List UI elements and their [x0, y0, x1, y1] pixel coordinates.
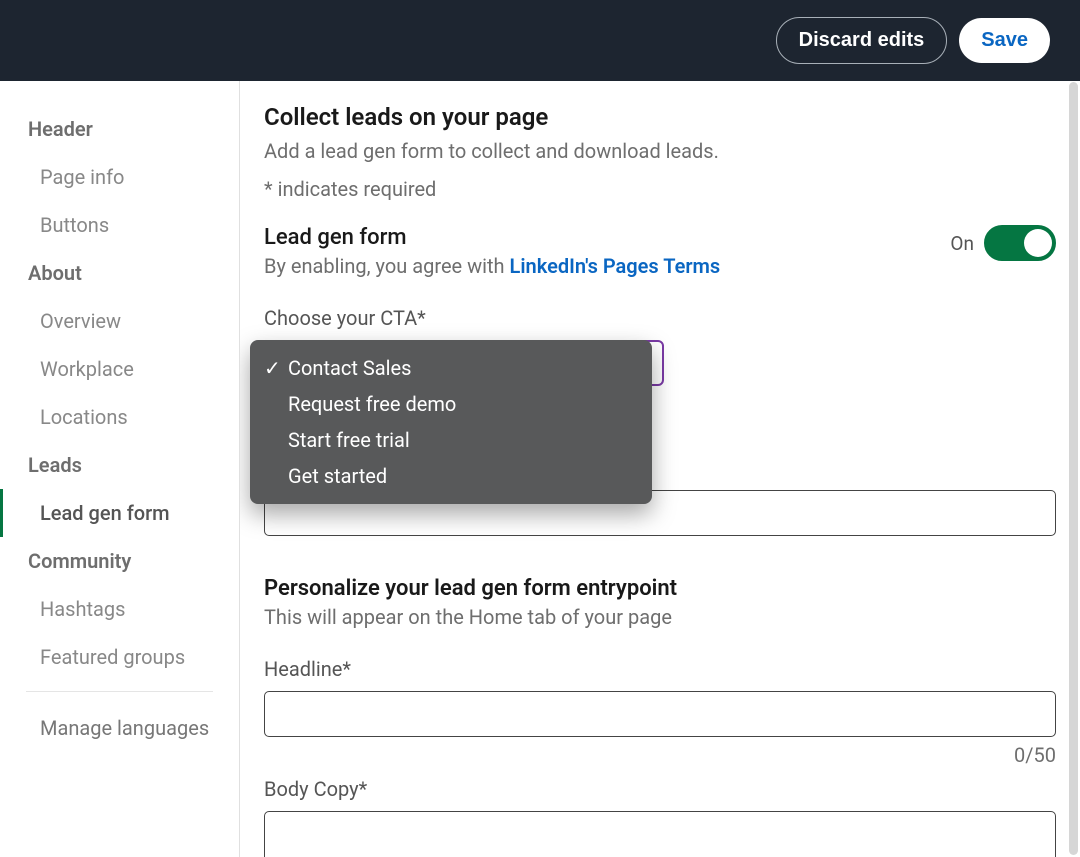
leadgen-toggle-wrap: On: [950, 225, 1056, 261]
leadgen-title: Lead gen form: [264, 225, 720, 250]
topbar: Discard edits Save: [0, 0, 1080, 81]
sidebar: Header Page info Buttons About Overview …: [0, 81, 240, 857]
save-button[interactable]: Save: [959, 18, 1050, 63]
sidebar-item-buttons[interactable]: Buttons: [0, 201, 239, 249]
cta-option-request-demo[interactable]: Request free demo: [250, 386, 652, 422]
body-area: Header Page info Buttons About Overview …: [0, 81, 1080, 857]
leadgen-hint-prefix: By enabling, you agree with: [264, 254, 510, 278]
sidebar-item-lead-gen-form[interactable]: Lead gen form: [0, 489, 239, 537]
main-panel: Collect leads on your page Add a lead ge…: [240, 81, 1080, 857]
sidebar-item-overview[interactable]: Overview: [0, 297, 239, 345]
body-copy-input[interactable]: [264, 811, 1056, 857]
cta-option-contact-sales[interactable]: ✓ Contact Sales: [250, 350, 652, 386]
sidebar-section-community: Community: [0, 537, 239, 585]
leadgen-left: Lead gen form By enabling, you agree wit…: [264, 225, 720, 278]
sidebar-item-featured-groups[interactable]: Featured groups: [0, 633, 239, 681]
cta-option-label: Request free demo: [288, 392, 456, 416]
discard-button[interactable]: Discard edits: [776, 17, 948, 64]
sidebar-section-about: About: [0, 249, 239, 297]
sidebar-item-workplace[interactable]: Workplace: [0, 345, 239, 393]
headline-char-count: 0/50: [264, 743, 1056, 767]
sidebar-section-leads: Leads: [0, 441, 239, 489]
headline-input[interactable]: [264, 691, 1056, 737]
leadgen-hint: By enabling, you agree with LinkedIn's P…: [264, 254, 720, 278]
cta-select-wrap: ✓ Contact Sales Request free demo Start …: [264, 340, 664, 386]
toggle-knob: [1024, 229, 1052, 257]
sidebar-section-header: Header: [0, 105, 239, 153]
leadgen-row: Lead gen form By enabling, you agree wit…: [264, 225, 1056, 278]
sidebar-item-page-info[interactable]: Page info: [0, 153, 239, 201]
personalize-title: Personalize your lead gen form entrypoin…: [264, 576, 1056, 601]
check-icon: ✓: [264, 356, 281, 380]
cta-label: Choose your CTA*: [264, 306, 1056, 330]
toggle-state-label: On: [950, 232, 974, 255]
personalize-sub: This will appear on the Home tab of your…: [264, 605, 1056, 629]
cta-dropdown: ✓ Contact Sales Request free demo Start …: [250, 340, 652, 504]
sidebar-item-hashtags[interactable]: Hashtags: [0, 585, 239, 633]
cta-option-start-trial[interactable]: Start free trial: [250, 422, 652, 458]
sidebar-item-manage-languages[interactable]: Manage languages: [0, 702, 239, 752]
linkedin-terms-link[interactable]: LinkedIn's Pages Terms: [510, 254, 721, 278]
page-title: Collect leads on your page: [264, 103, 1056, 131]
headline-label: Headline*: [264, 657, 1056, 681]
page-subtitle: Add a lead gen form to collect and downl…: [264, 139, 1056, 163]
cta-option-get-started[interactable]: Get started: [250, 458, 652, 494]
sidebar-item-locations[interactable]: Locations: [0, 393, 239, 441]
cta-option-label: Start free trial: [288, 428, 410, 452]
required-note: * indicates required: [264, 177, 1056, 201]
scrollbar[interactable]: [1069, 82, 1078, 855]
leadgen-toggle[interactable]: [984, 225, 1056, 261]
sidebar-divider: [26, 691, 213, 692]
cta-option-label: Get started: [288, 464, 387, 488]
body-copy-label: Body Copy*: [264, 777, 1056, 801]
cta-option-label: Contact Sales: [288, 356, 411, 380]
